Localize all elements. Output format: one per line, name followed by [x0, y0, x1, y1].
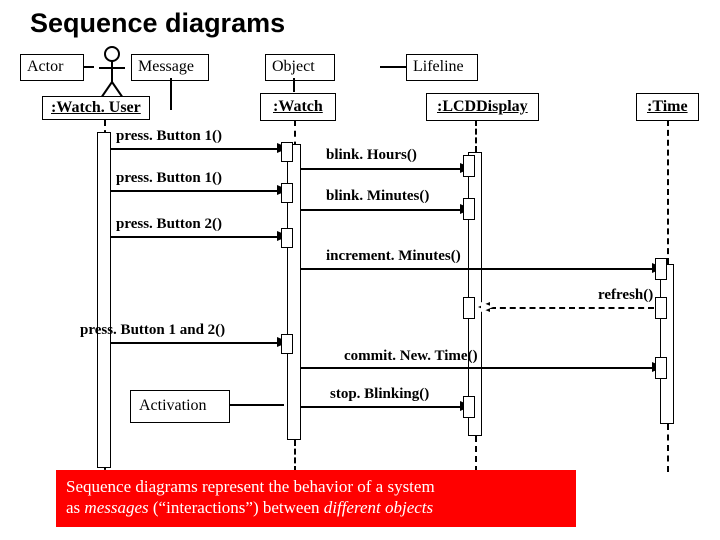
- msg-press12: press. Button 1 and 2(): [80, 322, 225, 339]
- participant-lcd: :LCDDisplay: [426, 93, 539, 121]
- callout-object: Object: [265, 54, 335, 81]
- msg-press1b: press. Button 1(): [116, 170, 222, 187]
- msg-press2: press. Button 2(): [116, 216, 222, 233]
- msg-refresh: refresh(): [598, 287, 653, 304]
- caption-italic-objects: different objects: [324, 498, 433, 517]
- activation-watchuser: [97, 132, 111, 468]
- caption-line1: Sequence diagrams represent the behavior…: [66, 477, 435, 496]
- slide: Sequence diagrams Actor Message Object L…: [0, 0, 720, 540]
- participant-watch: :Watch: [260, 93, 336, 121]
- activation-time: [660, 264, 674, 424]
- msg-blinkh: blink. Hours(): [326, 147, 417, 164]
- callout-message: Message: [131, 54, 209, 81]
- callout-lifeline: Lifeline: [406, 54, 478, 81]
- callout-activation: Activation: [130, 390, 230, 423]
- caption-mid: (“interactions”) between: [149, 498, 324, 517]
- msg-press1a: press. Button 1(): [116, 128, 222, 145]
- msg-commit: commit. New. Time(): [344, 348, 478, 365]
- activation-lcd: [468, 152, 482, 436]
- callout-actor: Actor: [20, 54, 84, 81]
- page-title: Sequence diagrams: [30, 8, 285, 39]
- msg-stop: stop. Blinking(): [330, 386, 429, 403]
- caption: Sequence diagrams represent the behavior…: [56, 470, 576, 527]
- participant-time: :Time: [636, 93, 699, 121]
- participant-watchuser: :Watch. User: [42, 96, 150, 120]
- msg-incm: increment. Minutes(): [326, 248, 461, 265]
- caption-italic-messages: messages: [84, 498, 148, 517]
- msg-blinkm: blink. Minutes(): [326, 188, 429, 205]
- actor-icon: [95, 46, 129, 102]
